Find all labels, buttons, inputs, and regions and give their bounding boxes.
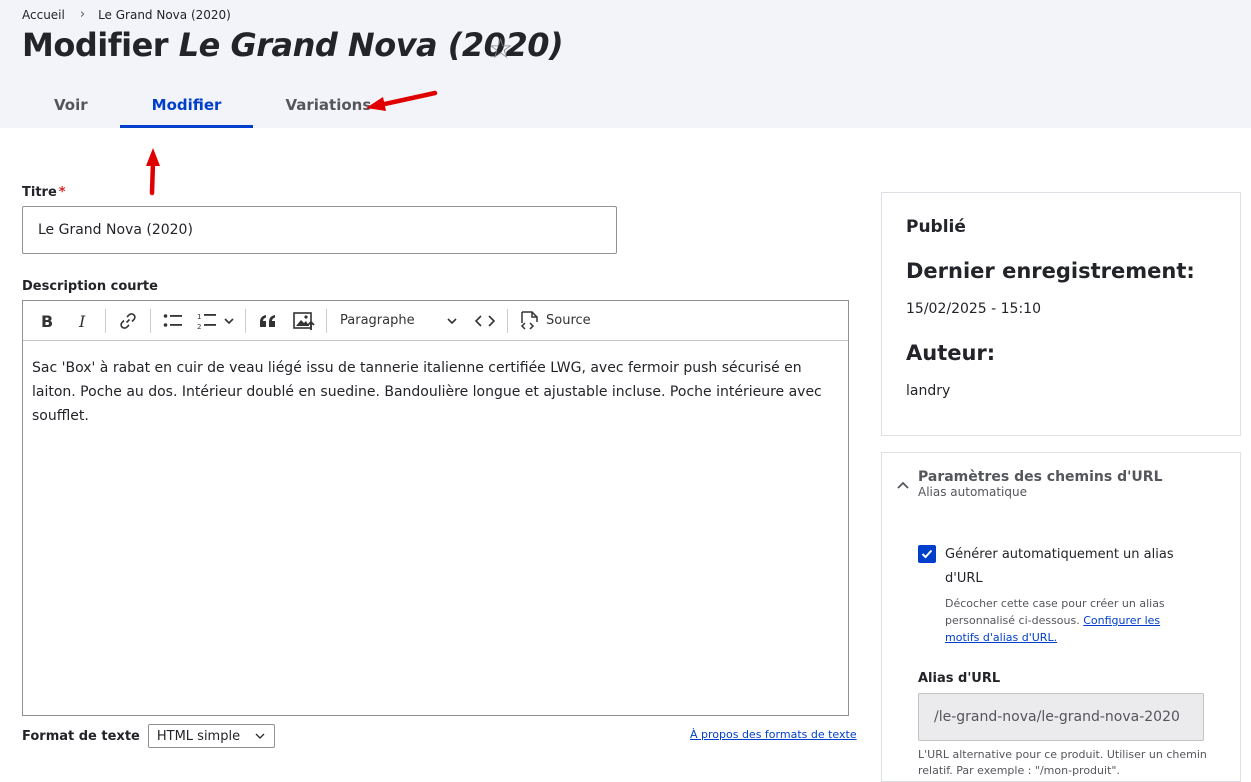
source-icon bbox=[520, 310, 538, 330]
page-header: Accueil › Le Grand Nova (2020) Modifier … bbox=[0, 0, 1251, 128]
title-label-text: Titre bbox=[22, 185, 57, 200]
author-heading: Auteur: bbox=[906, 341, 996, 365]
text-format-label: Format de texte bbox=[22, 728, 140, 744]
bold-button[interactable]: B bbox=[32, 306, 62, 336]
url-alias-panel: Paramètres des chemins d'URL Alias autom… bbox=[881, 452, 1241, 782]
code-button[interactable] bbox=[470, 306, 500, 336]
meta-card: Publié Dernier enregistrement: 15/02/202… bbox=[881, 192, 1241, 436]
breadcrumb-separator: › bbox=[79, 7, 86, 22]
chevron-down-icon bbox=[255, 733, 265, 739]
author-value: landry bbox=[906, 383, 951, 399]
numbered-list-button[interactable]: 12 bbox=[194, 306, 238, 336]
url-alias-title: Paramètres des chemins d'URL bbox=[918, 469, 1163, 485]
last-saved-heading: Dernier enregistrement: bbox=[906, 259, 1195, 283]
insert-image-button[interactable] bbox=[289, 306, 319, 336]
svg-text:2: 2 bbox=[197, 323, 201, 330]
breadcrumb-current[interactable]: Le Grand Nova (2020) bbox=[98, 8, 231, 22]
editor-toolbar: B I 12 Paragraphe Source bbox=[23, 301, 848, 341]
editor-content[interactable]: Sac 'Box' à rabat en cuir de veau liégé … bbox=[23, 341, 848, 443]
rich-text-editor: B I 12 Paragraphe Source Sac 'Box' à rab… bbox=[22, 300, 849, 716]
url-alias-summary[interactable]: Paramètres des chemins d'URL Alias autom… bbox=[918, 469, 1163, 499]
text-format-row: Format de texte HTML simple bbox=[22, 724, 275, 748]
bulleted-list-icon bbox=[163, 313, 182, 327]
checkmark-icon bbox=[921, 549, 933, 559]
tab-modifier[interactable]: Modifier bbox=[119, 84, 254, 128]
last-saved-value: 15/02/2025 - 15:10 bbox=[906, 301, 1041, 317]
title-input[interactable]: Le Grand Nova (2020) bbox=[22, 206, 617, 254]
source-button[interactable]: Source bbox=[515, 306, 595, 336]
image-upload-icon bbox=[293, 311, 315, 330]
toolbar-separator bbox=[507, 308, 508, 333]
text-format-value: HTML simple bbox=[156, 728, 241, 744]
toolbar-separator bbox=[150, 308, 151, 333]
title-field-label: Titre * bbox=[22, 185, 66, 200]
link-icon bbox=[120, 312, 136, 329]
auto-alias-checkbox[interactable] bbox=[918, 545, 936, 563]
chevron-down-icon bbox=[224, 317, 234, 324]
page-title: Modifier Le Grand Nova (2020) bbox=[22, 26, 564, 64]
status-label: Publié bbox=[906, 217, 966, 237]
annotation-arrow-icon bbox=[366, 90, 438, 111]
blockquote-button[interactable] bbox=[253, 306, 283, 336]
italic-icon: I bbox=[78, 313, 86, 329]
description-field-label: Description courte bbox=[22, 279, 158, 294]
heading-dropdown[interactable]: Paragraphe bbox=[334, 306, 464, 336]
bulleted-list-button[interactable] bbox=[158, 306, 188, 336]
toolbar-separator bbox=[245, 308, 246, 333]
url-alias-subtitle: Alias automatique bbox=[918, 485, 1027, 499]
primary-tabs: Voir Modifier Variations bbox=[22, 84, 403, 128]
required-mark: * bbox=[58, 185, 66, 200]
toolbar-separator bbox=[326, 308, 327, 333]
annotation-arrow-up-icon bbox=[146, 148, 160, 196]
alias-input[interactable]: /le-grand-nova/le-grand-nova-2020 bbox=[918, 693, 1204, 741]
chevron-down-icon bbox=[447, 317, 457, 324]
toolbar-separator bbox=[105, 308, 106, 333]
breadcrumb-home[interactable]: Accueil bbox=[22, 8, 65, 22]
link-button[interactable] bbox=[113, 306, 143, 336]
text-format-select[interactable]: HTML simple bbox=[147, 724, 275, 748]
tab-voir[interactable]: Voir bbox=[22, 84, 120, 128]
source-label: Source bbox=[546, 313, 591, 328]
breadcrumb: Accueil › Le Grand Nova (2020) bbox=[22, 7, 231, 22]
code-icon bbox=[475, 314, 495, 327]
page-title-prefix: Modifier bbox=[22, 26, 169, 64]
star-icon[interactable]: ☆ bbox=[488, 32, 513, 65]
italic-button[interactable]: I bbox=[68, 306, 98, 336]
quote-icon bbox=[260, 314, 275, 327]
chevron-up-icon[interactable] bbox=[896, 480, 910, 490]
svg-text:I: I bbox=[78, 313, 86, 329]
alias-help-text: L'URL alternative pour ce produit. Utili… bbox=[918, 748, 1207, 777]
heading-dropdown-value: Paragraphe bbox=[340, 313, 415, 328]
alias-field-label: Alias d'URL bbox=[918, 671, 1001, 686]
text-format-help-link[interactable]: À propos des formats de texte bbox=[690, 728, 857, 741]
numbered-list-icon: 12 bbox=[197, 313, 216, 330]
auto-alias-description: Décocher cette case pour créer un alias … bbox=[945, 595, 1195, 646]
bold-icon: B bbox=[41, 313, 53, 329]
auto-alias-label[interactable]: Générer automatiquement un alias d'URL bbox=[945, 543, 1185, 591]
svg-text:B: B bbox=[41, 313, 53, 329]
svg-text:1: 1 bbox=[197, 313, 201, 321]
